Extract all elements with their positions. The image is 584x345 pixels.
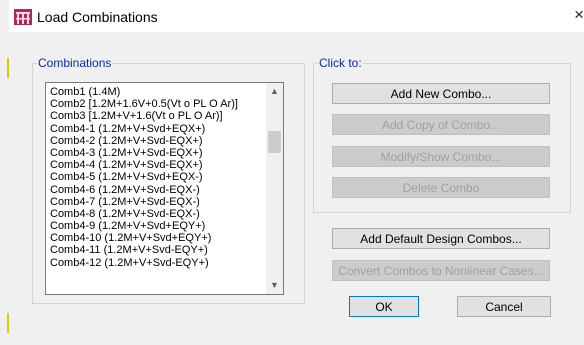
list-item[interactable]: Comb4-1 (1.2M+V+Svd+EQX+) bbox=[50, 123, 238, 135]
scroll-thumb[interactable] bbox=[268, 131, 281, 153]
list-item[interactable]: Comb4-5 (1.2M+V+Svd+EQX-) bbox=[50, 171, 238, 183]
list-item[interactable]: Comb1 (1.4M) bbox=[50, 86, 238, 98]
app-icon bbox=[14, 9, 32, 25]
list-item[interactable]: Comb4-9 (1.2M+V+Svd+EQY+) bbox=[50, 220, 238, 232]
add-new-combo-button[interactable]: Add New Combo... bbox=[332, 83, 550, 104]
click-to-legend: Click to: bbox=[319, 56, 362, 70]
scroll-down-icon[interactable]: ▼ bbox=[266, 277, 283, 294]
list-item[interactable]: Comb2 [1.2M+1.6V+0.5(Vt o PL O Ar)] bbox=[50, 98, 238, 110]
list-item[interactable]: Comb4-11 (1.2M+V+Svd-EQY+) bbox=[50, 244, 238, 256]
cancel-button[interactable]: Cancel bbox=[457, 296, 551, 317]
list-item[interactable]: Comb4-7 (1.2M+V+Svd-EQX-) bbox=[50, 196, 238, 208]
list-item[interactable]: Comb3 [1.2M+V+1.6(Vt o PL O Ar)] bbox=[50, 110, 238, 122]
list-item[interactable]: Comb4-8 (1.2M+V+Svd-EQX-) bbox=[50, 208, 238, 220]
combinations-listbox[interactable]: Comb1 (1.4M) Comb2 [1.2M+1.6V+0.5(Vt o PL… bbox=[45, 82, 284, 295]
ok-button[interactable]: OK bbox=[349, 296, 419, 317]
list-item[interactable]: Comb4-10 (1.2M+V+Svd+EQY+) bbox=[50, 232, 238, 244]
combinations-legend: Combinations bbox=[38, 56, 112, 70]
list-item[interactable]: Comb4-2 (1.2M+V+Svd-EQX+) bbox=[50, 135, 238, 147]
modify-show-combo-button[interactable]: Modify/Show Combo... bbox=[332, 146, 550, 167]
list-item[interactable]: Comb4-6 (1.2M+V+Svd-EQX-) bbox=[50, 184, 238, 196]
title-bar[interactable]: Load Combinations × bbox=[9, 0, 584, 32]
add-copy-combo-button[interactable]: Add Copy of Combo... bbox=[332, 114, 550, 135]
list-item[interactable]: Comb4-4 (1.2M+V+Svd-EQX+) bbox=[50, 159, 238, 171]
combinations-list: Comb1 (1.4M) Comb2 [1.2M+1.6V+0.5(Vt o PL… bbox=[50, 86, 238, 269]
convert-combos-nonlinear-button[interactable]: Convert Combos to Nonlinear Cases... bbox=[332, 260, 550, 281]
list-item[interactable]: Comb4-3 (1.2M+V+Svd-EQX+) bbox=[50, 147, 238, 159]
scroll-up-icon[interactable]: ▲ bbox=[266, 83, 283, 100]
window-title: Load Combinations bbox=[37, 9, 158, 25]
delete-combo-button[interactable]: Delete Combo bbox=[332, 177, 550, 198]
background-strip bbox=[0, 0, 10, 345]
list-scrollbar[interactable]: ▲ ▼ bbox=[266, 83, 283, 294]
close-icon[interactable]: × bbox=[574, 5, 584, 25]
add-default-design-combos-button[interactable]: Add Default Design Combos... bbox=[332, 228, 550, 249]
list-item[interactable]: Comb4-12 (1.2M+V+Svd-EQY+) bbox=[50, 257, 238, 269]
